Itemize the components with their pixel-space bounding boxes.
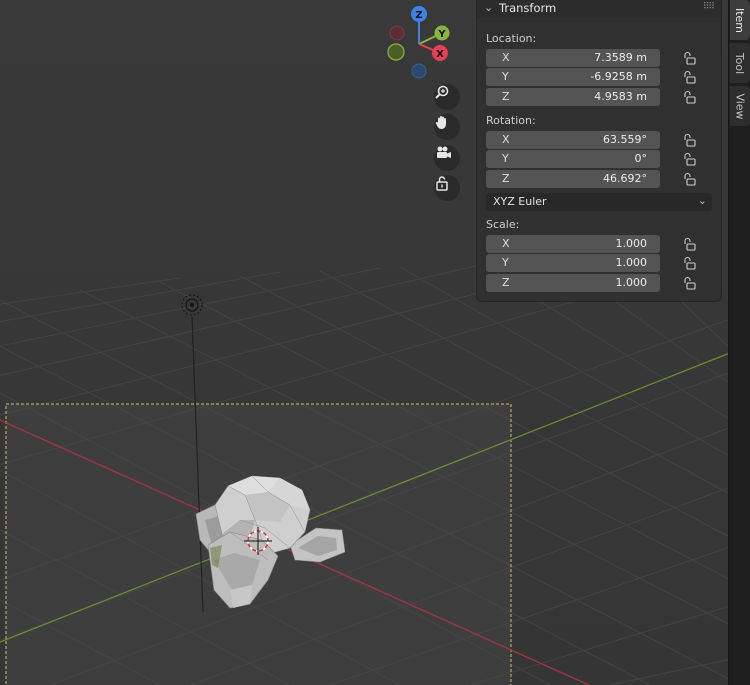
tab-view-label: View [733, 92, 747, 120]
rotation-mode-dropdown[interactable]: XYZ Euler ⌄ [486, 193, 712, 211]
axis-label: X [502, 133, 510, 146]
chevron-down-icon: ⌄ [697, 194, 707, 207]
tab-tool[interactable]: Tool [730, 43, 750, 83]
tab-view[interactable]: View [730, 86, 750, 126]
field-value: 0° [634, 152, 648, 165]
field-value: 7.3589 m [594, 51, 647, 64]
field-value: 63.559° [603, 133, 647, 146]
rotation-z-lock-icon[interactable] [682, 171, 698, 187]
axis-label: Z [502, 172, 510, 185]
scale-x-field[interactable]: X 1.000 [486, 235, 660, 253]
scale-label: Scale: [486, 218, 520, 231]
gizmo-x-handle[interactable]: X [432, 45, 448, 61]
axis-label: X [502, 51, 510, 64]
rotation-z-field[interactable]: Z 46.692° [486, 170, 660, 188]
hand-pan-icon [435, 116, 446, 129]
location-x-field[interactable]: X 7.3589 m [486, 49, 660, 67]
scale-x-lock-icon[interactable] [682, 236, 698, 252]
rotation-mode-value: XYZ Euler [493, 195, 547, 208]
navigation-gizmo[interactable]: Z Y X [382, 4, 462, 84]
field-value: 46.692° [603, 172, 647, 185]
rotation-label: Rotation: [486, 114, 536, 127]
field-value: -6.9258 m [590, 70, 647, 83]
axis-label: Y [502, 152, 509, 165]
field-value: 1.000 [615, 276, 648, 289]
lock-icon [436, 176, 448, 191]
gizmo-z-handle[interactable]: Z [411, 6, 427, 22]
gizmo-y-handle[interactable]: Y [434, 25, 450, 41]
field-value: 1.000 [615, 237, 648, 250]
scale-z-field[interactable]: Z 1.000 [486, 274, 660, 292]
axis-label: Y [502, 70, 509, 83]
rotation-y-field[interactable]: Y 0° [486, 150, 660, 168]
svg-text:Y: Y [437, 29, 446, 40]
panel-title: Transform [499, 1, 557, 15]
field-value: 1.000 [615, 256, 648, 269]
tab-tool-label: Tool [733, 52, 747, 74]
tab-item[interactable]: Item [730, 0, 750, 40]
zoom-icon [435, 85, 449, 99]
scale-z-lock-icon[interactable] [682, 275, 698, 291]
drag-grip-icon[interactable]: ⠿⠿ [703, 2, 715, 12]
lock-camera-button[interactable] [434, 175, 460, 201]
location-z-field[interactable]: Z 4.9583 m [486, 88, 660, 106]
location-z-lock-icon[interactable] [682, 89, 698, 105]
chevron-down-icon: ⌄ [484, 1, 494, 14]
rotation-x-field[interactable]: X 63.559° [486, 131, 660, 149]
axis-label: X [502, 237, 510, 250]
axis-label: Z [502, 90, 510, 103]
rotation-y-lock-icon[interactable] [682, 151, 698, 167]
scale-y-lock-icon[interactable] [682, 255, 698, 271]
svg-text:Z: Z [415, 10, 422, 21]
location-x-lock-icon[interactable] [682, 50, 698, 66]
field-value: 4.9583 m [594, 90, 647, 103]
location-y-lock-icon[interactable] [682, 69, 698, 85]
scale-y-field[interactable]: Y 1.000 [486, 254, 660, 272]
pan-button[interactable] [434, 114, 460, 140]
zoom-button[interactable] [434, 84, 460, 110]
transform-panel-header[interactable]: ⌄ Transform ⠿⠿ [477, 0, 721, 18]
sidebar-tabs: Item Tool View [728, 0, 750, 685]
axis-label: Z [502, 276, 510, 289]
location-label: Location: [486, 32, 537, 45]
transform-panel: ⌄ Transform ⠿⠿ Location: X 7.3589 m Y -6… [477, 0, 721, 301]
camera-icon [437, 146, 451, 158]
location-y-field[interactable]: Y -6.9258 m [486, 68, 660, 86]
svg-text:X: X [436, 49, 444, 60]
axis-label: Y [502, 256, 509, 269]
rotation-x-lock-icon[interactable] [682, 132, 698, 148]
camera-view-button[interactable] [434, 145, 460, 171]
tab-item-label: Item [733, 7, 747, 33]
